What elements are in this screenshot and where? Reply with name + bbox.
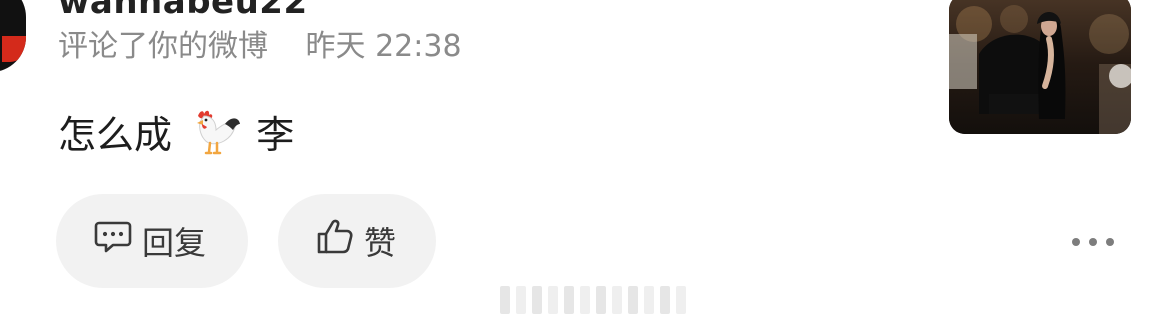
loading-mark (660, 286, 670, 314)
loading-mark (612, 286, 622, 314)
notification-item[interactable]: wannabeu22 评论了你的微博 昨天 22:38 怎么成 李 回复 赞 (0, 0, 1172, 330)
loading-mark (564, 286, 574, 314)
loading-mark (580, 286, 590, 314)
loading-indicator (500, 286, 686, 314)
comment-text-after: 李 (256, 113, 295, 157)
action-text: 评论了你的微博 (58, 29, 268, 64)
timestamp: 昨天 22:38 (305, 29, 462, 64)
loading-mark (500, 286, 510, 314)
post-thumbnail-image (949, 0, 1131, 134)
more-dot (1089, 238, 1097, 246)
loading-mark (596, 286, 606, 314)
loading-mark (516, 286, 526, 314)
reply-button[interactable]: 回复 (56, 194, 248, 288)
comment-text-before: 怎么成 (58, 113, 173, 157)
like-label: 赞 (364, 224, 397, 262)
loading-mark (548, 286, 558, 314)
loading-mark (644, 286, 654, 314)
more-dot (1072, 238, 1080, 246)
rooster-icon (186, 106, 242, 158)
avatar[interactable] (0, 0, 26, 72)
loading-mark (532, 286, 542, 314)
more-dot (1106, 238, 1114, 246)
more-button[interactable] (1072, 232, 1114, 252)
post-thumbnail[interactable] (949, 0, 1131, 134)
reply-label: 回复 (142, 224, 207, 262)
comment-text: 怎么成 李 (58, 106, 294, 159)
action-bar: 回复 赞 (56, 194, 436, 288)
loading-mark (676, 286, 686, 314)
notification-meta: 评论了你的微博 昨天 22:38 (58, 32, 462, 62)
loading-mark (628, 286, 638, 314)
username[interactable]: wannabeu22 (58, 0, 308, 22)
like-button[interactable]: 赞 (278, 194, 436, 288)
comment-icon (94, 219, 132, 263)
thumbs-up-icon (316, 218, 354, 264)
